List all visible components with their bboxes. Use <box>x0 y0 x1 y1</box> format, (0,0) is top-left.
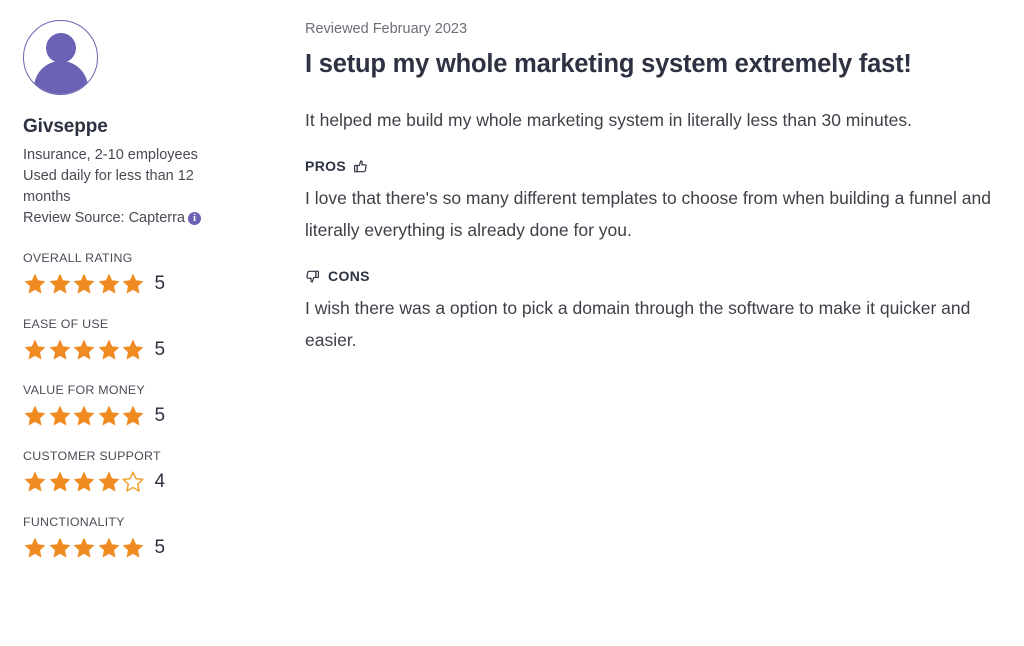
rating-value: 5 <box>154 338 166 360</box>
cons-section: CONS I wish there was a option to pick a… <box>305 267 1005 356</box>
rating-ease-of-use: EASE OF USE 5 <box>23 317 284 362</box>
ratings-list: OVERALL RATING 5 EASE OF USE 5 VALUE FOR… <box>23 251 284 560</box>
star-rating-overall <box>23 272 146 296</box>
pros-text: I love that there's so many different te… <box>305 188 991 240</box>
star-filled-icon <box>24 273 46 294</box>
rating-value: 5 <box>154 404 166 426</box>
rating-row: 5 <box>23 272 284 296</box>
thumbs-down-icon <box>305 269 320 284</box>
star-filled-icon <box>73 339 95 360</box>
star-filled-icon <box>24 537 46 558</box>
review-content-column: Reviewed February 2023 I setup my whole … <box>305 0 1005 356</box>
review-source: Review Source: Capterra i <box>23 208 223 229</box>
avatar <box>23 20 98 95</box>
rating-value-for-money: VALUE FOR MONEY 5 <box>23 383 284 428</box>
star-filled-icon <box>98 537 119 558</box>
pros-label: PROS <box>305 158 347 174</box>
star-filled-icon <box>49 273 70 294</box>
rating-value: 5 <box>154 272 166 294</box>
rating-value: 5 <box>154 536 166 558</box>
star-filled-icon <box>73 471 95 492</box>
star-filled-icon <box>98 405 119 426</box>
star-filled-icon <box>24 471 46 492</box>
review-title: I setup my whole marketing system extrem… <box>305 50 912 78</box>
star-filled-icon <box>122 339 144 360</box>
star-rating-functionality <box>23 536 146 560</box>
rating-functionality: FUNCTIONALITY 5 <box>23 515 284 560</box>
review-summary: It helped me build my whole marketing sy… <box>305 110 912 130</box>
thumbs-up-icon <box>353 159 368 174</box>
star-filled-icon <box>24 405 46 426</box>
review-source-label: Review Source: Capterra <box>23 209 185 226</box>
reviewer-industry: Insurance, 2-10 employees <box>23 146 198 163</box>
star-filled-icon <box>73 405 95 426</box>
pros-section: PROS I love that there's so many differe… <box>305 157 1005 246</box>
star-rating-customer-support <box>23 470 146 494</box>
star-empty-icon <box>122 471 144 492</box>
star-filled-icon <box>24 339 46 360</box>
rating-row: 5 <box>23 338 284 362</box>
reviewer-meta: Insurance, 2-10 employees Used daily for… <box>23 145 223 229</box>
rating-row: 4 <box>23 470 284 494</box>
star-filled-icon <box>49 537 70 558</box>
star-filled-icon <box>122 537 144 558</box>
rating-label: VALUE FOR MONEY <box>23 382 145 397</box>
rating-row: 5 <box>23 404 284 428</box>
star-filled-icon <box>73 273 95 294</box>
rating-label: CUSTOMER SUPPORT <box>23 448 161 463</box>
reviewer-name: Givseppe <box>23 116 108 137</box>
star-filled-icon <box>122 273 144 294</box>
star-rating-ease-of-use <box>23 338 146 362</box>
avatar-head-shape <box>45 33 76 63</box>
rating-label: EASE OF USE <box>23 316 109 331</box>
review-card: Givseppe Insurance, 2-10 employees Used … <box>0 0 1024 646</box>
star-filled-icon <box>49 405 70 426</box>
cons-label: CONS <box>328 268 370 284</box>
star-filled-icon <box>98 339 119 360</box>
avatar-body-shape <box>33 61 88 94</box>
star-rating-value-for-money <box>23 404 146 428</box>
rating-row: 5 <box>23 536 284 560</box>
reviewer-column: Givseppe Insurance, 2-10 employees Used … <box>0 0 284 646</box>
rating-customer-support: CUSTOMER SUPPORT 4 <box>23 449 284 494</box>
star-filled-icon <box>122 405 144 426</box>
star-filled-icon <box>98 471 119 492</box>
star-filled-icon <box>73 537 95 558</box>
review-date: Reviewed February 2023 <box>305 21 468 37</box>
star-filled-icon <box>98 273 119 294</box>
rating-label: FUNCTIONALITY <box>23 514 125 529</box>
cons-heading: CONS <box>305 267 1005 285</box>
rating-label: OVERALL RATING <box>23 250 133 265</box>
star-filled-icon <box>49 471 70 492</box>
reviewer-usage: Used daily for less than 12 months <box>23 167 194 205</box>
rating-overall: OVERALL RATING 5 <box>23 251 284 296</box>
rating-value: 4 <box>154 470 166 492</box>
star-filled-icon <box>49 339 70 360</box>
info-icon[interactable]: i <box>188 211 201 225</box>
pros-heading: PROS <box>305 157 1005 175</box>
cons-text: I wish there was a option to pick a doma… <box>305 298 971 350</box>
